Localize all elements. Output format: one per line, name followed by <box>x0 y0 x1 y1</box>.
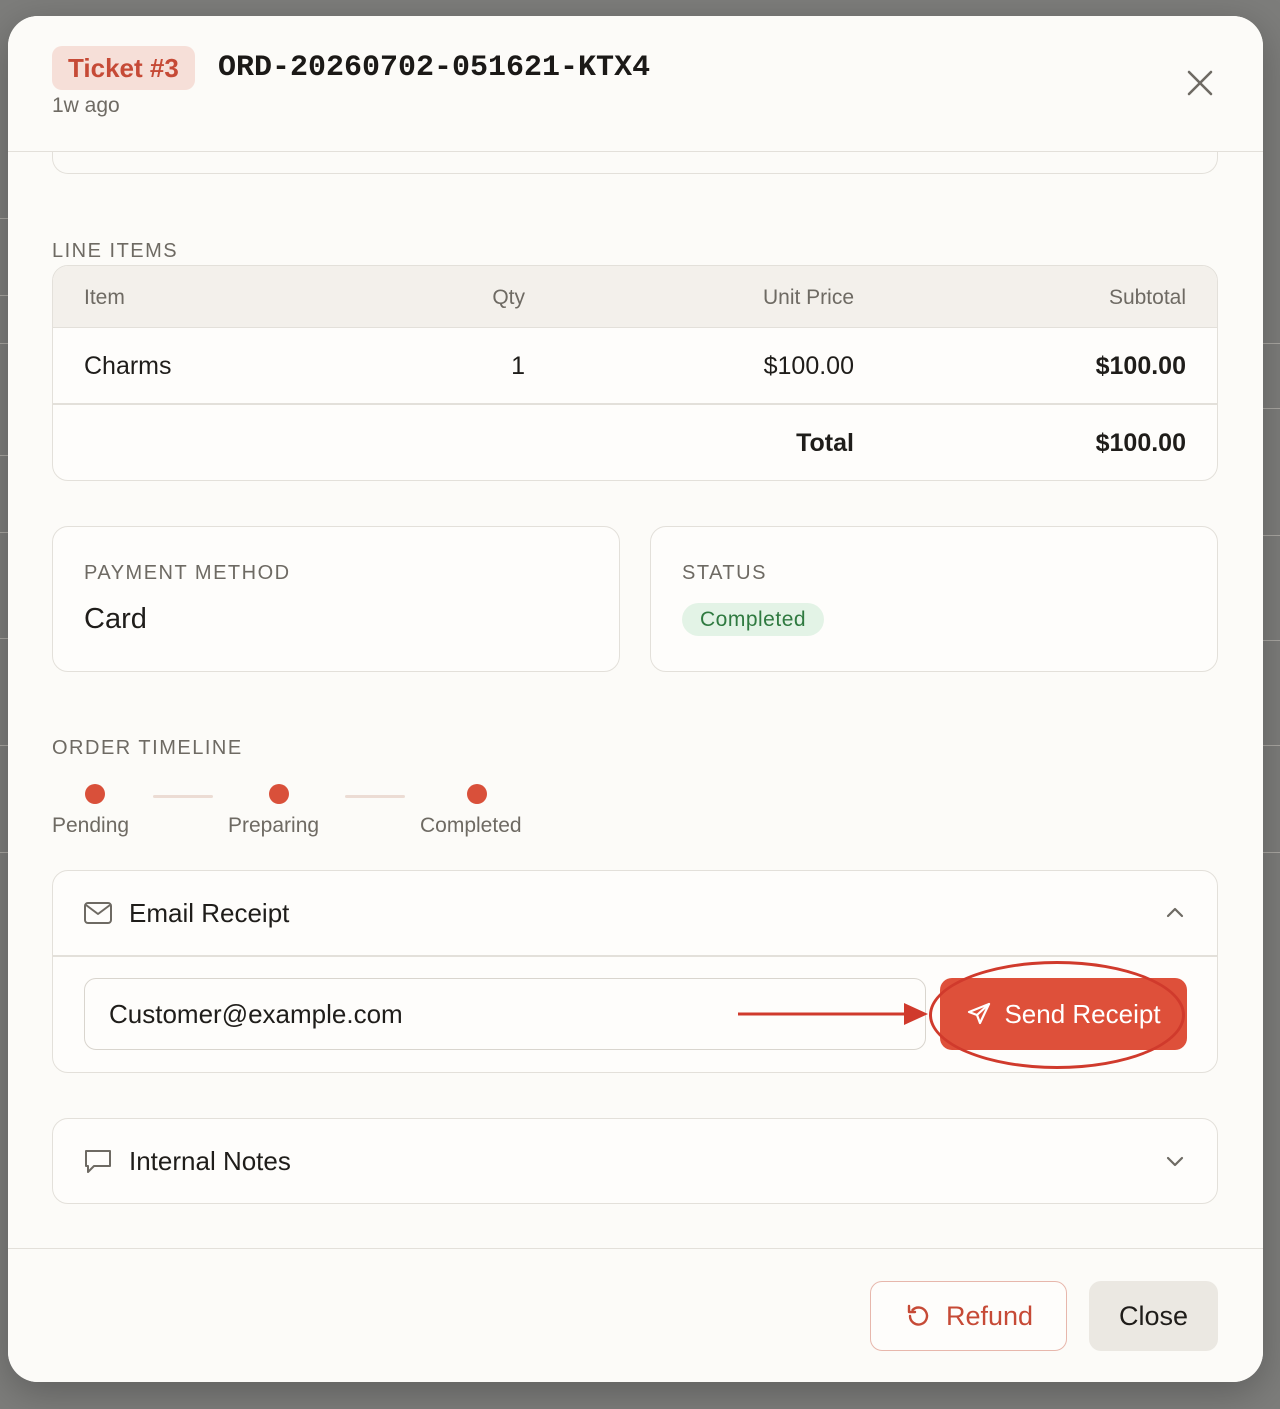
backdrop-row-line <box>0 745 8 746</box>
timeline-connector <box>345 795 405 798</box>
chevron-up-icon <box>1166 907 1184 918</box>
send-receipt-label: Send Receipt <box>1004 998 1161 1029</box>
status-label: STATUS <box>682 562 767 584</box>
backdrop-row-line <box>0 295 8 296</box>
item-unit-price: $100.00 <box>763 352 854 380</box>
message-square-icon <box>85 1150 111 1173</box>
backdrop-row-line <box>0 218 8 219</box>
column-header-item: Item <box>84 286 125 309</box>
line-items-label: LINE ITEMS <box>52 240 179 262</box>
undo-icon <box>907 1304 929 1326</box>
chevron-down-icon <box>1166 1156 1184 1167</box>
timeline-step-label: Preparing <box>228 814 320 837</box>
ticket-badge: Ticket #3 <box>52 46 195 90</box>
backdrop-row-line <box>1262 408 1280 409</box>
backdrop-row-line <box>1262 343 1280 344</box>
send-receipt-button[interactable]: Send Receipt <box>940 978 1187 1050</box>
backdrop-row-line <box>0 638 8 639</box>
payment-method-card: PAYMENT METHOD Card <box>52 526 620 672</box>
backdrop-row-line <box>1262 852 1280 853</box>
refund-label: Refund <box>945 1300 1034 1331</box>
order-id: ORD-20260702-051621-KTX4 <box>218 51 651 85</box>
internal-notes-title: Internal Notes <box>129 1146 291 1176</box>
line-items-table: Item Qty Unit Price Subtotal Charms 1 $1… <box>52 265 1218 481</box>
backdrop-row-line <box>1262 535 1280 536</box>
timeline-step-dot <box>269 784 289 804</box>
backdrop-row-line <box>0 532 8 533</box>
modal-header: Ticket #3 ORD-20260702-051621-KTX4 1w ag… <box>8 16 1263 152</box>
payment-method-label: PAYMENT METHOD <box>84 562 291 584</box>
total-value: $100.00 <box>1095 429 1186 457</box>
email-receipt-toggle[interactable]: Email Receipt <box>53 871 1217 955</box>
internal-notes-section: Internal Notes <box>52 1118 1218 1204</box>
status-card: STATUS Completed <box>650 526 1218 672</box>
internal-notes-toggle[interactable]: Internal Notes <box>53 1119 1217 1203</box>
time-ago: 1w ago <box>52 94 120 117</box>
table-divider <box>53 403 1217 405</box>
order-detail-modal: Ticket #3 ORD-20260702-051621-KTX4 1w ag… <box>8 16 1263 1382</box>
email-receipt-title: Email Receipt <box>129 898 290 928</box>
send-icon <box>968 1002 991 1025</box>
item-subtotal: $100.00 <box>1095 352 1186 380</box>
mail-icon <box>84 902 112 924</box>
column-header-qty: Qty <box>492 286 525 309</box>
timeline-step-dot <box>467 784 487 804</box>
column-header-unit-price: Unit Price <box>762 286 854 309</box>
column-header-subtotal: Subtotal <box>1108 286 1186 309</box>
timeline-connector <box>153 795 213 798</box>
backdrop-row-line <box>0 455 8 456</box>
timeline-step-label: Pending <box>52 814 130 837</box>
item-name: Charms <box>84 352 172 380</box>
close-button[interactable]: Close <box>1089 1281 1218 1351</box>
modal-footer: Refund Close <box>8 1248 1263 1382</box>
refund-button[interactable]: Refund <box>870 1281 1067 1351</box>
section-divider <box>53 955 1217 957</box>
close-icon-graphic <box>1187 70 1213 96</box>
order-timeline-label: ORDER TIMELINE <box>52 737 243 759</box>
backdrop-row-line <box>1262 745 1280 746</box>
backdrop-row-line <box>0 852 8 853</box>
timeline-step-label: Completed <box>420 814 522 837</box>
email-input[interactable] <box>84 978 926 1050</box>
total-label: Total <box>796 429 854 457</box>
item-qty: 1 <box>511 352 525 380</box>
backdrop-row-line <box>0 343 8 344</box>
modal-body: LINE ITEMS Item Qty Unit Price Subtotal … <box>8 132 1263 1248</box>
table-header-row: Item Qty Unit Price Subtotal <box>53 266 1217 328</box>
payment-method-value: Card <box>84 603 147 635</box>
timeline-step-dot <box>85 784 105 804</box>
email-receipt-section: Email Receipt Send Receipt <box>52 870 1218 1073</box>
status-badge: Completed <box>682 603 825 636</box>
close-icon[interactable] <box>1183 66 1217 100</box>
backdrop-row-line <box>1262 640 1280 641</box>
